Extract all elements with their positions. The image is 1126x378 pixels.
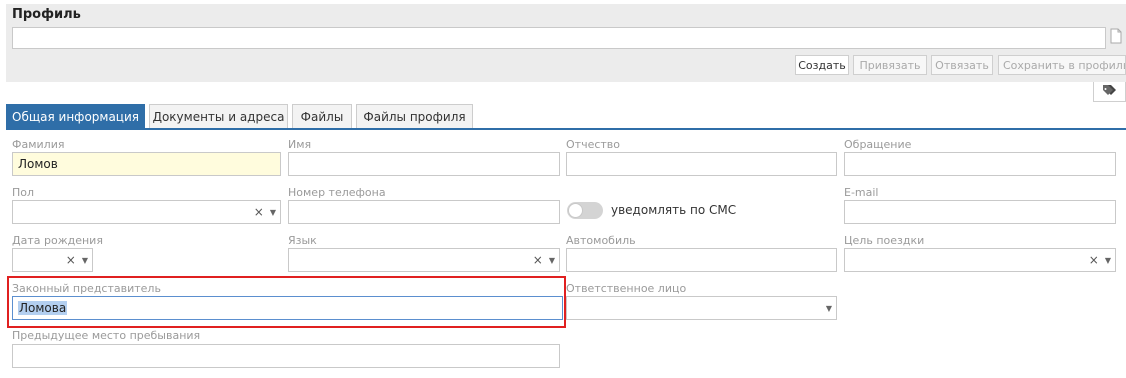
patronymic-input[interactable] xyxy=(566,152,837,176)
sms-toggle-knob xyxy=(568,203,583,218)
tab-files[interactable]: Файлы xyxy=(292,104,352,128)
first-name-label: Имя xyxy=(288,138,312,151)
chevron-down-icon[interactable]: ▼ xyxy=(549,256,555,265)
tab-underline xyxy=(6,128,1126,130)
trip-purpose-select[interactable]: × ▼ xyxy=(844,248,1116,272)
email-input[interactable] xyxy=(844,200,1116,224)
unbind-button[interactable]: Отвязать xyxy=(931,55,993,75)
phone-label: Номер телефона xyxy=(288,186,386,199)
tags-icon xyxy=(1102,84,1118,99)
create-button[interactable]: Создать xyxy=(795,55,849,75)
bind-button[interactable]: Привязать xyxy=(853,55,927,75)
gender-label: Пол xyxy=(12,186,35,199)
profile-input[interactable] xyxy=(12,27,1106,49)
birth-date-select[interactable]: × ▼ xyxy=(12,248,93,272)
tab-documents-addresses[interactable]: Документы и адреса xyxy=(149,104,288,128)
tab-profile-files[interactable]: Файлы профиля xyxy=(356,104,473,128)
salutation-label: Обращение xyxy=(844,138,912,151)
phone-input[interactable] xyxy=(288,200,560,224)
sms-toggle-label: уведомлять по СМС xyxy=(611,203,737,217)
car-label: Автомобиль xyxy=(566,234,636,247)
car-input[interactable] xyxy=(566,248,837,272)
clear-icon[interactable]: × xyxy=(533,253,543,267)
clear-icon[interactable]: × xyxy=(254,205,264,219)
language-label: Язык xyxy=(288,234,317,247)
birth-date-label: Дата рождения xyxy=(12,234,103,247)
salutation-input[interactable] xyxy=(844,152,1116,176)
prev-stay-label: Предыдущее место пребывания xyxy=(12,329,201,342)
clear-icon[interactable]: × xyxy=(1089,253,1099,267)
tags-button[interactable] xyxy=(1093,82,1126,102)
last-name-label: Фамилия xyxy=(12,138,65,151)
chevron-down-icon[interactable]: ▼ xyxy=(1105,256,1111,265)
prev-stay-input[interactable] xyxy=(12,344,560,368)
chevron-down-icon[interactable]: ▼ xyxy=(826,304,832,313)
highlight-annotation xyxy=(7,276,566,328)
gender-select[interactable]: × ▼ xyxy=(12,200,281,224)
email-label: E-mail xyxy=(844,186,879,199)
chevron-down-icon[interactable]: ▼ xyxy=(270,208,276,217)
save-to-profile-button[interactable]: Сохранить в профиль xyxy=(998,55,1126,75)
responsible-select[interactable]: ▼ xyxy=(566,296,837,320)
tab-general-info[interactable]: Общая информация xyxy=(6,104,145,128)
language-select[interactable]: × ▼ xyxy=(288,248,560,272)
clear-icon[interactable]: × xyxy=(66,253,76,267)
last-name-input[interactable]: Ломов xyxy=(12,152,281,176)
trip-purpose-label: Цель поездки xyxy=(844,234,925,247)
responsible-label: Ответственное лицо xyxy=(566,282,687,295)
chevron-down-icon[interactable]: ▼ xyxy=(82,256,88,265)
document-icon[interactable] xyxy=(1110,28,1122,44)
profile-title: Профиль xyxy=(12,7,81,22)
patronymic-label: Отчество xyxy=(566,138,621,151)
first-name-input[interactable] xyxy=(288,152,560,176)
